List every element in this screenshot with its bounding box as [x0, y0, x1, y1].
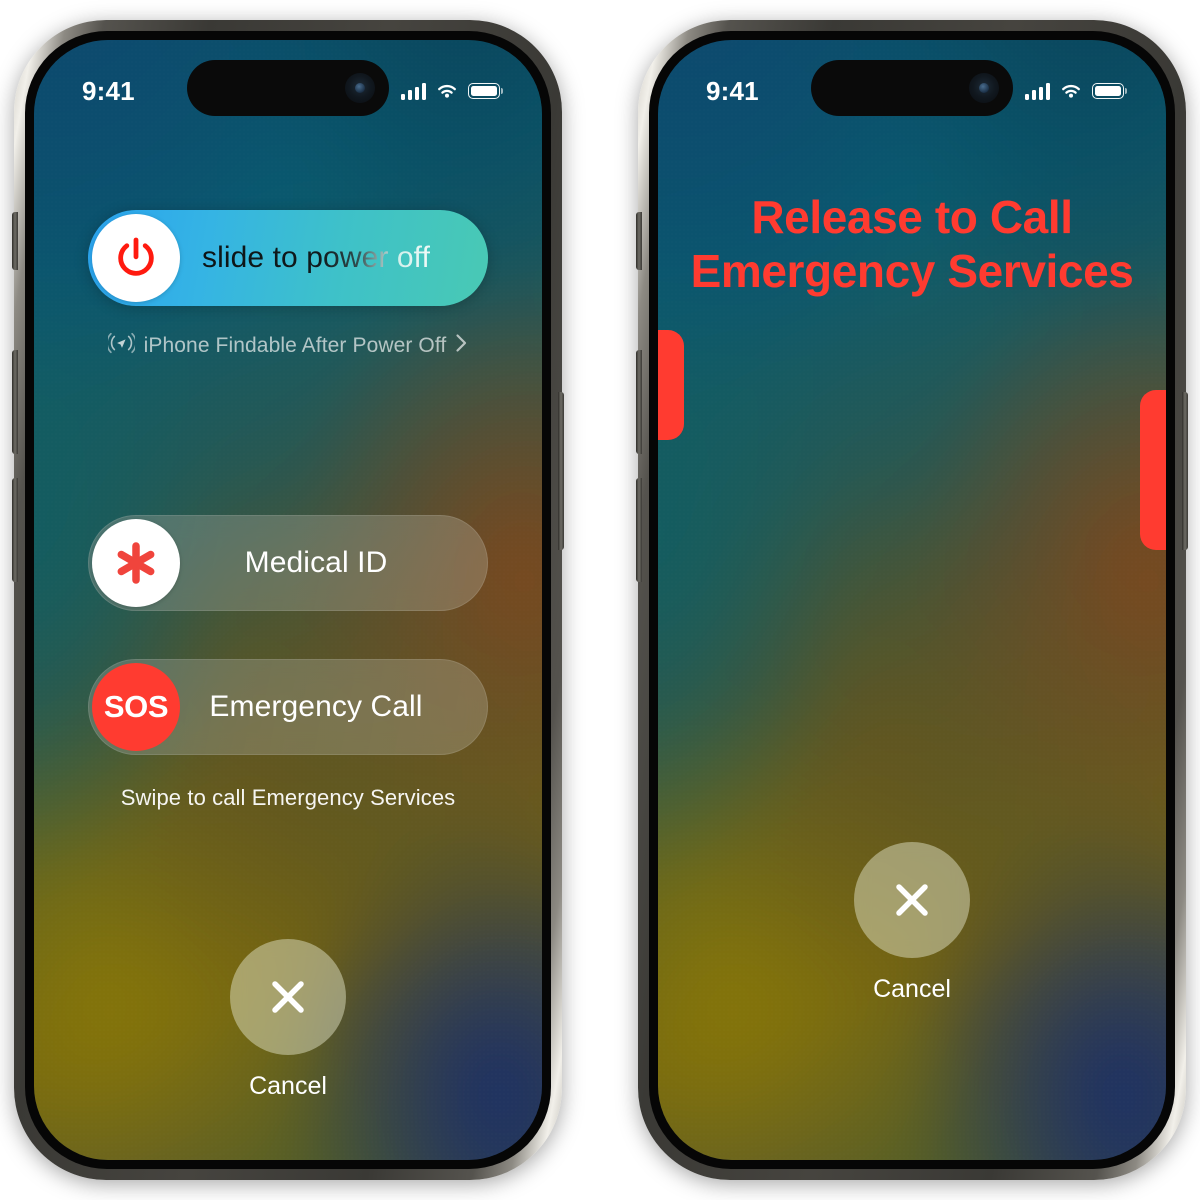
iphone-device-left: 9:41 slide to power off iPhone Findable …: [12, 20, 564, 1180]
cancel-label: Cancel: [873, 974, 951, 1003]
battery-icon: [1092, 83, 1124, 99]
cellular-signal-icon: [400, 82, 426, 100]
battery-icon: [468, 83, 500, 99]
cancel-button[interactable]: [854, 841, 970, 958]
sos-knob[interactable]: SOS: [92, 663, 180, 751]
status-bar-indicators: [1024, 82, 1124, 100]
slide-to-power-off-slider[interactable]: slide to power off: [88, 210, 488, 306]
volume-up-button[interactable]: [12, 350, 18, 454]
device-bezel: 9:41: [25, 31, 551, 1169]
action-button[interactable]: [636, 212, 642, 270]
cancel-label: Cancel: [249, 1072, 327, 1100]
close-x-icon: [896, 883, 928, 916]
status-bar: 9:41: [34, 40, 542, 116]
iphone-device-right: 9:41 Release to Call Emergency Services …: [636, 20, 1188, 1180]
power-slider-label: slide to power off: [201, 241, 431, 274]
power-icon: [118, 237, 154, 276]
iphone-findable-label: iPhone Findable After Power Off: [143, 334, 447, 357]
close-x-icon: [272, 981, 304, 1013]
screen-release-to-call: 9:41 Release to Call Emergency Services …: [658, 40, 1166, 1160]
chevron-right-icon: [455, 333, 468, 359]
volume-down-button[interactable]: [636, 478, 642, 582]
medical-asterisk-icon: [117, 542, 155, 584]
medical-id-knob[interactable]: [92, 519, 180, 607]
action-button[interactable]: [12, 212, 18, 270]
volume-down-button[interactable]: [12, 478, 18, 582]
side-power-button[interactable]: [558, 392, 564, 550]
emergency-call-label: Emergency Call: [209, 690, 423, 723]
cellular-signal-icon: [1024, 82, 1050, 100]
side-power-button[interactable]: [1182, 392, 1188, 550]
cancel-button[interactable]: [230, 939, 346, 1055]
status-bar-time: 9:41: [82, 75, 135, 106]
sos-label: SOS: [103, 689, 169, 724]
power-slider-knob[interactable]: [92, 214, 180, 302]
cancel-group-right: Cancel: [854, 841, 970, 1004]
medical-id-label: Medical ID: [244, 546, 388, 579]
emergency-call-slider[interactable]: SOS Emergency Call: [88, 659, 488, 755]
volume-up-button[interactable]: [636, 350, 642, 454]
swipe-caption: Swipe to call Emergency Services: [120, 785, 456, 810]
wifi-icon: [1059, 82, 1083, 100]
find-my-broadcast-icon: [105, 332, 137, 360]
release-to-call-content: Release to Call Emergency Services Cance…: [658, 40, 1166, 1160]
release-title-line-1: Release to Call: [751, 191, 1073, 243]
status-bar-time: 9:41: [706, 75, 759, 106]
device-bezel: 9:41: [649, 31, 1175, 1169]
release-title-line-2: Emergency Services: [690, 245, 1134, 298]
medical-id-slider[interactable]: Medical ID: [88, 515, 488, 611]
screen-power-off: 9:41 slide to power off iPhone Findable …: [34, 40, 542, 1160]
release-to-call-title: Release to Call Emergency Services: [691, 190, 1134, 299]
iphone-findable-row[interactable]: iPhone Findable After Power Off: [105, 332, 469, 360]
wifi-icon: [435, 82, 459, 100]
screenshot-stage: 9:41 slide to power off iPhone Findable …: [0, 0, 1200, 1200]
status-bar-indicators: [400, 82, 500, 100]
status-bar: 9:41: [658, 40, 1166, 116]
cancel-group-left: Cancel: [230, 939, 346, 1101]
power-off-content: slide to power off iPhone Findable After…: [34, 40, 542, 1160]
